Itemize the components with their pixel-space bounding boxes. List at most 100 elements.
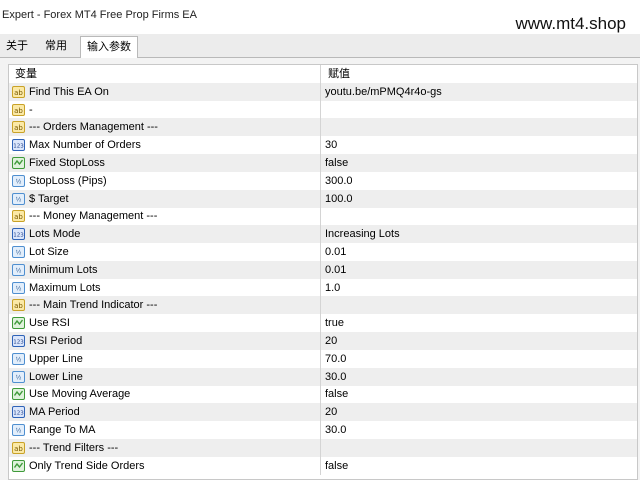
table-row[interactable]: ½ Lower Line 30.0 (9, 367, 637, 386)
svg-text:½: ½ (16, 356, 22, 363)
table-row[interactable]: ab --- Money Management --- (9, 207, 637, 226)
tab-inputs[interactable]: 输入参数 (80, 36, 138, 59)
parameter-name-cell[interactable]: ab Find This EA On (9, 82, 321, 101)
string-icon: ab (12, 103, 25, 116)
table-row[interactable]: ½ $ Target 100.0 (9, 189, 637, 208)
parameter-value[interactable]: 1.0 (322, 279, 637, 297)
parameter-value[interactable]: 100.0 (322, 190, 637, 208)
integer-icon: 123 (12, 406, 25, 419)
parameter-name-cell[interactable]: 123 Max Number of Orders (9, 136, 321, 155)
table-row[interactable]: ab - (9, 100, 637, 119)
parameter-value[interactable] (322, 118, 637, 136)
parameter-name-cell[interactable]: Use RSI (9, 314, 321, 333)
parameter-name-cell[interactable]: Use Moving Average (9, 385, 321, 404)
parameter-name-cell[interactable]: ½ Maximum Lots (9, 278, 321, 297)
parameter-value[interactable]: 30.0 (322, 421, 637, 439)
parameter-value[interactable]: 0.01 (322, 261, 637, 279)
svg-text:½: ½ (16, 428, 22, 435)
parameter-name: Maximum Lots (29, 281, 101, 294)
parameter-name-cell[interactable]: 123 MA Period (9, 403, 321, 422)
column-header-value[interactable]: 赋值 (322, 65, 637, 83)
parameter-value[interactable]: 70.0 (322, 350, 637, 368)
table-row[interactable]: ab Find This EA On youtu.be/mPMQ4r4o-gs (9, 82, 637, 101)
parameter-name-cell[interactable]: ½ $ Target (9, 189, 321, 208)
integer-icon: 123 (12, 335, 25, 347)
table-row[interactable]: 123 MA Period 20 (9, 403, 637, 422)
parameter-value[interactable]: false (322, 457, 637, 475)
table-row[interactable]: Use RSI true (9, 314, 637, 333)
table-row[interactable]: ½ Range To MA 30.0 (9, 421, 637, 439)
svg-text:½: ½ (16, 285, 22, 292)
svg-text:½: ½ (16, 196, 22, 203)
svg-text:ab: ab (14, 107, 23, 115)
tab-common[interactable]: 常用 (39, 36, 73, 58)
table-row[interactable]: 123 Lots Mode Increasing Lots (9, 225, 637, 244)
parameter-name-cell[interactable]: Fixed StopLoss (9, 154, 321, 172)
parameter-name-cell[interactable]: Only Trend Side Orders (9, 456, 321, 475)
column-header-variable[interactable]: 变量 (9, 65, 321, 83)
table-row[interactable]: 123 Max Number of Orders 30 (9, 136, 637, 155)
tab-about[interactable]: 关于 (0, 36, 34, 58)
parameter-name: Lots Mode (29, 228, 81, 241)
table-row[interactable]: Only Trend Side Orders false (9, 456, 637, 475)
table-row[interactable]: Use Moving Average false (9, 385, 637, 404)
parameter-name-cell[interactable]: ab - (9, 100, 321, 119)
parameter-value[interactable]: false (322, 385, 637, 403)
parameter-value[interactable] (322, 207, 637, 225)
table-row[interactable]: ab --- Main Trend Indicator --- (9, 296, 637, 315)
parameter-name-cell[interactable]: ab --- Orders Management --- (9, 118, 321, 137)
parameter-name-cell[interactable]: ½ Lot Size (9, 243, 321, 261)
parameter-name-cell[interactable]: ab --- Money Management --- (9, 207, 321, 226)
parameter-value[interactable] (322, 296, 637, 314)
parameter-value[interactable]: 20 (322, 332, 637, 350)
svg-text:ab: ab (14, 302, 23, 310)
parameter-name-cell[interactable]: 123 RSI Period (9, 332, 321, 350)
double-icon: ½ (12, 263, 25, 276)
parameters-table[interactable]: 变量 赋值 ab Find This EA On youtu.be/mPMQ4r4o… (8, 64, 638, 480)
parameter-name-cell[interactable]: ab --- Trend Filters --- (9, 438, 321, 457)
parameter-name-cell[interactable]: ab --- Main Trend Indicator --- (9, 296, 321, 315)
parameter-value[interactable]: youtu.be/mPMQ4r4o-gs (322, 83, 637, 101)
integer-icon: 123 (12, 228, 25, 241)
svg-text:½: ½ (16, 267, 22, 274)
parameter-name-cell[interactable]: 123 Lots Mode (9, 225, 321, 244)
parameter-name: Use Moving Average (29, 388, 131, 401)
table-row[interactable]: ½ Upper Line 70.0 (9, 349, 637, 368)
table-row[interactable]: ½ Maximum Lots 1.0 (9, 278, 637, 297)
parameter-name-cell[interactable]: ½ Minimum Lots (9, 260, 321, 279)
parameter-name: Max Number of Orders (29, 139, 141, 152)
table-header: 变量 赋值 (9, 65, 637, 83)
svg-text:ab: ab (14, 213, 23, 221)
parameter-name-cell[interactable]: ½ Lower Line (9, 367, 321, 386)
double-icon: ½ (12, 352, 25, 365)
table-row[interactable]: ab --- Trend Filters --- (9, 438, 637, 457)
table-row[interactable]: 123 RSI Period 20 (9, 332, 637, 350)
parameter-value[interactable]: Increasing Lots (322, 225, 637, 243)
table-row[interactable]: ab --- Orders Management --- (9, 118, 637, 137)
parameter-name: --- Trend Filters --- (29, 441, 119, 454)
parameter-value[interactable]: 300.0 (322, 172, 637, 190)
table-row[interactable]: Fixed StopLoss false (9, 154, 637, 172)
string-icon: ab (12, 85, 25, 98)
table-row[interactable]: ½ Minimum Lots 0.01 (9, 260, 637, 279)
parameter-value[interactable] (322, 101, 637, 119)
parameter-value[interactable]: false (322, 154, 637, 172)
table-row[interactable]: ½ Lot Size 0.01 (9, 243, 637, 261)
parameter-name-cell[interactable]: ½ Upper Line (9, 349, 321, 368)
parameter-value[interactable] (322, 439, 637, 457)
parameter-value[interactable]: 30 (322, 136, 637, 154)
parameter-value[interactable]: 30.0 (322, 368, 637, 386)
parameter-value[interactable]: true (322, 314, 637, 332)
double-icon: ½ (12, 192, 25, 205)
parameter-name-cell[interactable]: ½ StopLoss (Pips) (9, 171, 321, 190)
svg-text:123: 123 (13, 411, 24, 417)
parameter-name: --- Money Management --- (29, 210, 158, 223)
parameter-name: --- Main Trend Indicator --- (29, 299, 158, 312)
parameter-name: Upper Line (29, 352, 83, 365)
parameter-value[interactable]: 0.01 (322, 243, 637, 261)
table-row[interactable]: ½ StopLoss (Pips) 300.0 (9, 171, 637, 190)
svg-text:123: 123 (13, 233, 24, 239)
parameter-name-cell[interactable]: ½ Range To MA (9, 421, 321, 439)
parameter-name: --- Orders Management --- (29, 121, 158, 134)
parameter-value[interactable]: 20 (322, 403, 637, 421)
